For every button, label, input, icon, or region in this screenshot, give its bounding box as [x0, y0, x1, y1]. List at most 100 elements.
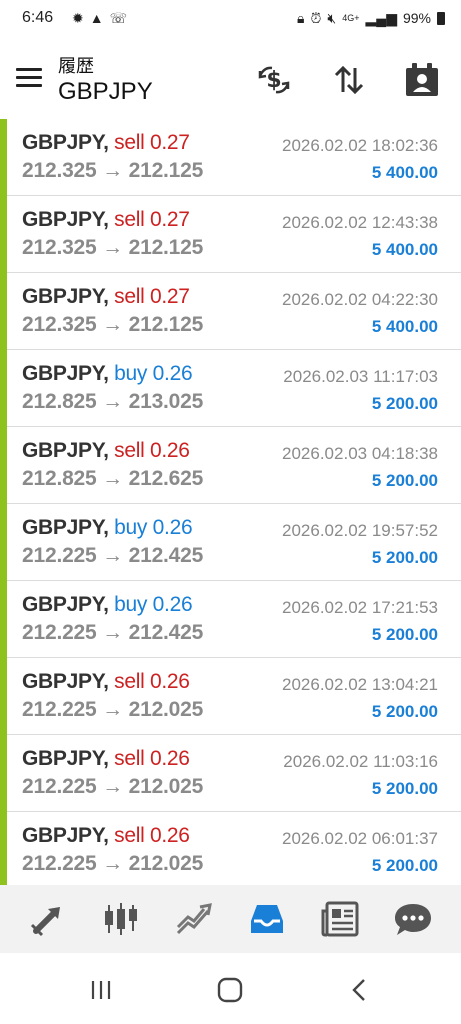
trade-symbol: GBPJPY,	[22, 593, 109, 616]
nav-trade[interactable]	[28, 899, 68, 939]
trade-side: sell	[114, 285, 145, 308]
trade-row[interactable]: GBPJPY, buy 0.26 212.225 → 212.425 2026.02…	[0, 581, 461, 658]
trade-history-list[interactable]: GBPJPY, sell 0.27 212.325 → 212.125 2026.0…	[0, 119, 461, 885]
app-header: 履歴 GBPJPY $	[0, 36, 461, 118]
trade-side: buy	[114, 516, 148, 539]
calendar-contact-icon	[406, 63, 438, 96]
close-price: 212.125	[128, 159, 204, 182]
trade-accent-bar	[0, 427, 7, 504]
trade-accent-bar	[0, 812, 7, 885]
nav-chart[interactable]	[101, 899, 141, 939]
nav-trend[interactable]	[174, 899, 214, 939]
arrow-right-icon: →	[102, 852, 123, 875]
wifi-call-icon: ☏	[109, 10, 128, 26]
trade-title: GBPJPY, sell 0.26	[22, 670, 190, 694]
trade-profit: 5 200.00	[371, 394, 438, 413]
trade-row[interactable]: GBPJPY, sell 0.26 212.225 → 212.025 2026.0…	[0, 812, 461, 885]
trade-side: sell	[114, 439, 145, 462]
trade-title: GBPJPY, sell 0.27	[22, 131, 190, 155]
arrow-right-icon: →	[102, 390, 123, 413]
trade-side: buy	[114, 593, 148, 616]
open-price: 212.825	[22, 467, 97, 490]
status-left-icons: ✹ ▲ ☏	[72, 9, 127, 27]
trade-prices: 212.325 → 212.125	[22, 159, 203, 183]
close-price: 212.025	[128, 852, 204, 875]
trade-accent-bar	[0, 196, 7, 273]
arrow-right-icon: →	[102, 544, 123, 567]
network-label: 4G+	[342, 12, 360, 23]
weather-icon: ✹	[72, 10, 84, 26]
arrow-right-icon: →	[102, 775, 123, 798]
close-price: 213.025	[128, 390, 204, 413]
calendar-button[interactable]	[402, 60, 442, 100]
trade-profit: 5 200.00	[371, 779, 438, 798]
trade-prices: 212.225 → 212.425	[22, 621, 203, 645]
trend-line-icon	[177, 903, 212, 935]
open-price: 212.225	[22, 698, 97, 721]
trade-side: sell	[114, 747, 145, 770]
trade-side: buy	[114, 362, 148, 385]
trade-row[interactable]: GBPJPY, sell 0.27 212.325 → 212.125 2026.0…	[0, 119, 461, 196]
close-price: 212.025	[128, 775, 204, 798]
sort-button[interactable]	[329, 60, 369, 100]
trade-volume: 0.27	[150, 208, 190, 231]
arrow-right-icon: →	[102, 698, 123, 721]
trade-row[interactable]: GBPJPY, sell 0.26 212.225 → 212.025 2026.0…	[0, 735, 461, 812]
trade-volume: 0.26	[150, 670, 190, 693]
trade-prices: 212.225 → 212.025	[22, 698, 203, 722]
arrow-right-icon: →	[102, 313, 123, 336]
warning-icon: ▲	[89, 10, 104, 26]
trade-prices: 212.225 → 212.025	[22, 775, 203, 799]
trade-datetime: 2026.02.02 06:01:37	[282, 829, 438, 848]
open-price: 212.225	[22, 775, 97, 798]
trade-symbol: GBPJPY,	[22, 516, 109, 539]
trade-datetime: 2026.02.03 04:18:38	[282, 444, 438, 463]
trade-row[interactable]: GBPJPY, buy 0.26 212.225 → 212.425 2026.02…	[0, 504, 461, 581]
trade-symbol: GBPJPY,	[22, 824, 109, 847]
status-right-icons: 🔒︎ ⏰︎ 🔇︎ 4G+ ▂▄▆ 99%	[297, 9, 445, 27]
trade-accent-bar	[0, 658, 7, 735]
trade-row[interactable]: GBPJPY, sell 0.27 212.325 → 212.125 2026.0…	[0, 196, 461, 273]
trade-title: GBPJPY, buy 0.26	[22, 593, 193, 617]
trade-row[interactable]: GBPJPY, buy 0.26 212.825 → 213.025 2026.02…	[0, 350, 461, 427]
trade-side: sell	[114, 131, 145, 154]
sort-arrows-icon	[334, 65, 364, 95]
back-button[interactable]	[345, 975, 375, 1005]
recent-apps-button[interactable]	[86, 975, 116, 1005]
signal-icon: ▂▄▆	[365, 10, 397, 26]
trade-side: sell	[114, 670, 145, 693]
trade-datetime: 2026.02.02 19:57:52	[282, 521, 438, 540]
nav-news[interactable]	[320, 899, 360, 939]
nav-chat[interactable]	[393, 899, 433, 939]
open-price: 212.325	[22, 313, 97, 336]
candlestick-chart-icon	[105, 903, 138, 935]
trade-prices: 212.825 → 212.625	[22, 467, 203, 491]
arrow-right-icon: →	[102, 159, 123, 182]
trade-datetime: 2026.02.02 04:22:30	[282, 290, 438, 309]
trade-symbol: GBPJPY,	[22, 362, 109, 385]
currency-exchange-icon: $	[258, 66, 290, 94]
trade-symbol: GBPJPY,	[22, 208, 109, 231]
close-price: 212.425	[128, 621, 204, 644]
trade-symbol: GBPJPY,	[22, 285, 109, 308]
close-price: 212.025	[128, 698, 204, 721]
menu-line	[16, 76, 42, 79]
trade-row[interactable]: GBPJPY, sell 0.26 212.825 → 212.625 2026.0…	[0, 427, 461, 504]
nav-history[interactable]	[247, 899, 287, 939]
currency-exchange-button[interactable]: $	[254, 60, 294, 100]
trade-row[interactable]: GBPJPY, sell 0.26 212.225 → 212.025 2026.0…	[0, 658, 461, 735]
trade-symbol: GBPJPY,	[22, 670, 109, 693]
menu-line	[16, 84, 42, 87]
trade-title: GBPJPY, buy 0.26	[22, 516, 193, 540]
menu-button[interactable]	[16, 68, 42, 88]
bottom-navigation	[0, 885, 461, 953]
home-button[interactable]	[215, 975, 245, 1005]
trade-side: sell	[114, 208, 145, 231]
close-price: 212.625	[128, 467, 204, 490]
trade-volume: 0.26	[150, 824, 190, 847]
trade-prices: 212.225 → 212.425	[22, 544, 203, 568]
close-price: 212.125	[128, 236, 204, 259]
trade-row[interactable]: GBPJPY, sell 0.27 212.325 → 212.125 2026.0…	[0, 273, 461, 350]
status-bar: 6:46 ✹ ▲ ☏ 🔒︎ ⏰︎ 🔇︎ 4G+ ▂▄▆ 99%	[0, 0, 461, 36]
trade-title: GBPJPY, buy 0.26	[22, 362, 193, 386]
